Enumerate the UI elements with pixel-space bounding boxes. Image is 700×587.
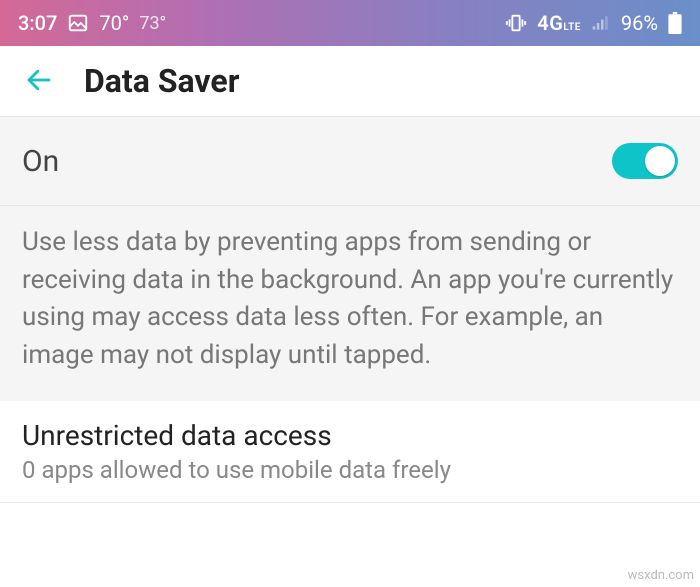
data-saver-switch[interactable] xyxy=(612,143,678,179)
list-item-title: Unrestricted data access xyxy=(22,419,678,452)
arrow-left-icon xyxy=(24,65,54,98)
vibrate-icon xyxy=(505,12,527,34)
statusbar: 3:07 70° 73° 4GLTE 96% xyxy=(0,0,700,46)
watermark: wsxdn.com xyxy=(628,568,694,583)
battery-icon xyxy=(668,12,682,34)
image-icon xyxy=(67,12,89,34)
battery-percent: 96% xyxy=(621,11,658,35)
toggle-label: On xyxy=(22,144,59,179)
temperature-secondary: 73° xyxy=(139,13,166,34)
switch-thumb xyxy=(645,146,675,176)
temperature-primary: 70° xyxy=(99,11,129,35)
unrestricted-data-access-item[interactable]: Unrestricted data access 0 apps allowed … xyxy=(0,401,700,503)
signal-icon xyxy=(591,13,611,33)
network-label: 4GLTE xyxy=(537,11,581,35)
data-saver-description: Use less data by preventing apps from se… xyxy=(0,206,700,401)
page-title: Data Saver xyxy=(84,62,239,100)
appbar: Data Saver xyxy=(0,46,700,116)
back-button[interactable] xyxy=(18,59,60,104)
statusbar-left: 3:07 70° 73° xyxy=(18,11,166,35)
statusbar-right: 4GLTE 96% xyxy=(505,11,682,35)
list-item-subtitle: 0 apps allowed to use mobile data freely xyxy=(22,456,678,484)
data-saver-toggle-row: On xyxy=(0,116,700,206)
clock-time: 3:07 xyxy=(18,11,57,35)
